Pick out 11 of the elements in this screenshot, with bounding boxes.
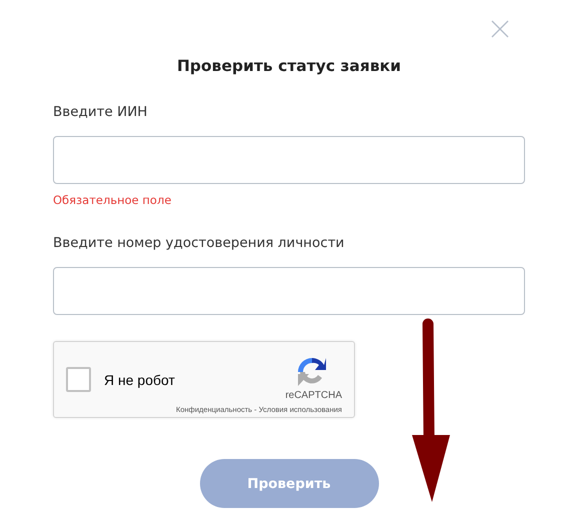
- error-message: Обязательное поле: [53, 193, 172, 207]
- field-label: Введите номер удостоверения личности: [53, 234, 346, 252]
- field-label: Введите ИИН: [53, 103, 148, 121]
- checkbox-label: Я не робот: [104, 372, 176, 388]
- input-field[interactable]: [53, 267, 525, 315]
- checkbox[interactable]: [66, 367, 91, 392]
- captcha-brand: reCAPTCHA: [285, 390, 342, 400]
- dialog-title: Проверить статус заявки: [176, 56, 402, 76]
- close-button[interactable]: [489, 18, 511, 40]
- input-field[interactable]: [53, 136, 525, 184]
- recaptcha-logo-icon: [296, 356, 328, 388]
